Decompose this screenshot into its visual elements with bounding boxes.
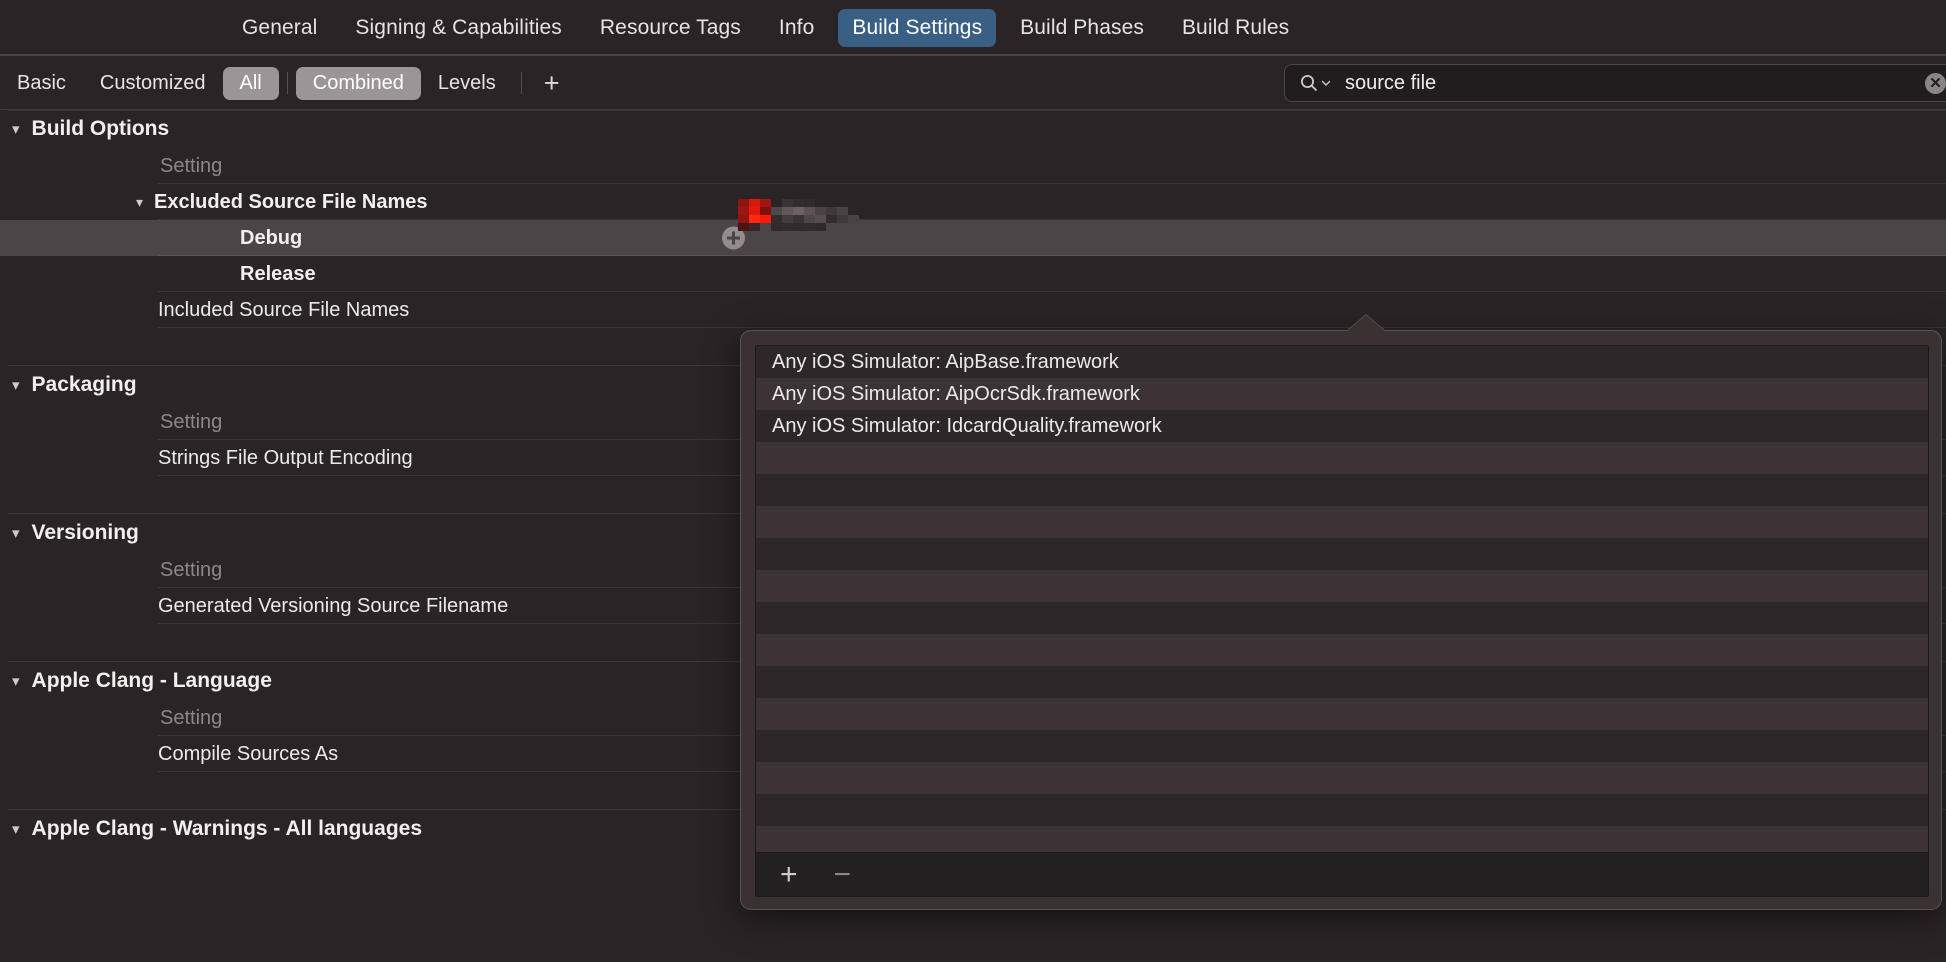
- setting-name: Compile Sources As: [158, 742, 339, 765]
- scope-segmented-control[interactable]: Basic Customized All: [0, 66, 279, 100]
- chevron-down-icon[interactable]: ▾: [12, 820, 20, 838]
- add-build-setting-button[interactable]: +: [530, 69, 574, 97]
- popover-footer-toolbar: + −: [756, 852, 1928, 896]
- list-item-empty[interactable]: [756, 506, 1928, 538]
- setting-column-label: Setting: [160, 154, 223, 177]
- tab-build-rules[interactable]: Build Rules: [1168, 9, 1303, 47]
- popover-arrow: [1346, 315, 1386, 332]
- setting-column-label: Setting: [160, 706, 223, 729]
- search-input-value: source file: [1345, 71, 1437, 94]
- chevron-down-icon: [1321, 80, 1331, 86]
- setting-name: Debug: [240, 226, 303, 249]
- segment-divider-2: [520, 72, 522, 94]
- list-item-empty[interactable]: [756, 634, 1928, 666]
- setting-name: Release: [240, 262, 316, 285]
- section-title: Apple Clang - Language: [31, 669, 272, 692]
- segment-levels[interactable]: Levels: [421, 67, 513, 100]
- level-segmented-control[interactable]: Combined Levels: [295, 66, 513, 100]
- search-icon[interactable]: [1299, 73, 1331, 93]
- segment-combined[interactable]: Combined: [295, 66, 421, 100]
- section-title: Versioning: [31, 521, 139, 544]
- tab-signing-capabilities[interactable]: Signing & Capabilities: [341, 9, 576, 47]
- setting-name: Strings File Output Encoding: [158, 446, 413, 469]
- tab-build-phases[interactable]: Build Phases: [1006, 9, 1158, 47]
- redacted-setting-value: [738, 199, 884, 231]
- setting-name: Excluded Source File Names: [154, 190, 428, 213]
- list-item-empty[interactable]: [756, 794, 1928, 826]
- project-editor-tabbar: General Signing & Capabilities Resource …: [0, 0, 1946, 55]
- list-item-empty[interactable]: [756, 730, 1928, 762]
- list-item-empty[interactable]: [756, 602, 1928, 634]
- list-item-empty[interactable]: [756, 538, 1928, 570]
- chevron-down-icon[interactable]: ▾: [12, 120, 20, 138]
- chevron-down-icon[interactable]: ▾: [136, 194, 143, 211]
- popover-list-body[interactable]: Any iOS Simulator: AipBase.framework Any…: [756, 346, 1928, 852]
- list-item-empty[interactable]: [756, 474, 1928, 506]
- list-item[interactable]: Any iOS Simulator: AipBase.framework: [756, 346, 1928, 378]
- column-header-setting: Setting: [0, 148, 1946, 184]
- section-title: Apple Clang - Warnings - All languages: [31, 817, 422, 840]
- add-item-button[interactable]: +: [772, 859, 806, 890]
- setting-row-debug[interactable]: Debug: [0, 220, 1946, 256]
- tab-resource-tags[interactable]: Resource Tags: [586, 9, 755, 47]
- chevron-down-icon[interactable]: ▾: [12, 524, 20, 542]
- chevron-down-icon[interactable]: ▾: [12, 376, 20, 394]
- setting-row-release[interactable]: Release: [0, 256, 1946, 292]
- segment-all[interactable]: All: [222, 66, 279, 100]
- list-item[interactable]: Any iOS Simulator: IdcardQuality.framewo…: [756, 410, 1928, 442]
- list-item[interactable]: Any iOS Simulator: AipOcrSdk.framework: [756, 378, 1928, 410]
- tab-info[interactable]: Info: [765, 9, 828, 47]
- section-header-build-options[interactable]: ▾ Build Options: [0, 110, 1946, 148]
- excluded-source-file-names-popover: Any iOS Simulator: AipBase.framework Any…: [740, 315, 1942, 910]
- list-item-empty[interactable]: [756, 666, 1928, 698]
- tab-build-settings[interactable]: Build Settings: [838, 8, 997, 47]
- setting-name: Included Source File Names: [158, 298, 410, 321]
- section-title: Packaging: [31, 373, 137, 396]
- remove-item-button[interactable]: −: [826, 859, 860, 890]
- segment-customized[interactable]: Customized: [83, 67, 223, 100]
- setting-row-excluded-source-file-names[interactable]: ▾ Excluded Source File Names: [0, 184, 1946, 220]
- list-item-empty[interactable]: [756, 442, 1928, 474]
- section-title: Build Options: [31, 117, 170, 140]
- setting-row-included-source-file-names[interactable]: Included Source File Names: [0, 292, 1946, 328]
- setting-column-label: Setting: [160, 558, 223, 581]
- chevron-down-icon[interactable]: ▾: [12, 672, 20, 690]
- list-item-empty[interactable]: [756, 826, 1928, 852]
- setting-column-label: Setting: [160, 410, 223, 433]
- tab-general[interactable]: General: [228, 9, 331, 47]
- list-item-empty[interactable]: [756, 762, 1928, 794]
- popover-value-list[interactable]: Any iOS Simulator: AipBase.framework Any…: [755, 345, 1929, 897]
- setting-name: Generated Versioning Source Filename: [158, 594, 509, 617]
- segment-divider-1: [286, 72, 288, 94]
- search-input[interactable]: source file: [1284, 64, 1946, 102]
- list-item-empty[interactable]: [756, 570, 1928, 602]
- section-rule: [8, 110, 1946, 111]
- list-item-empty[interactable]: [756, 698, 1928, 730]
- search-clear-button[interactable]: ✕: [1925, 73, 1946, 94]
- segment-basic[interactable]: Basic: [0, 67, 83, 100]
